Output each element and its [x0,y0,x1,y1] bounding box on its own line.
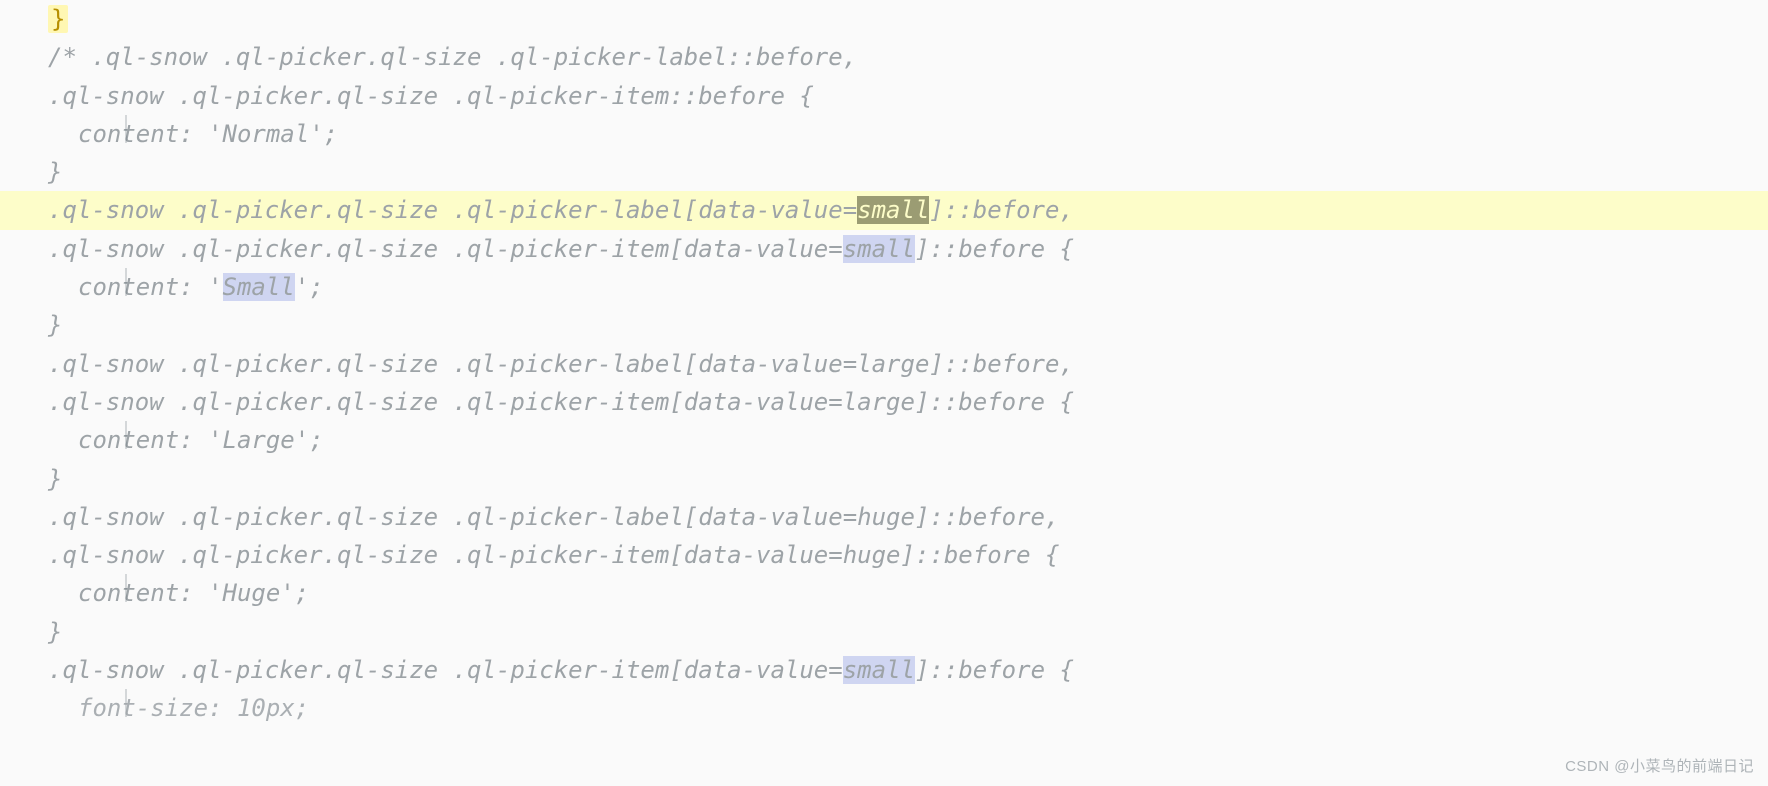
watermark-text: CSDN @小菜鸟的前端日记 [1565,755,1754,776]
search-match-current: small [857,196,929,224]
code-line-highlighted: .ql-snow .ql-picker.ql-size .ql-picker-l… [0,191,1768,229]
code-line: .ql-snow .ql-picker.ql-size .ql-picker-l… [48,503,1059,531]
search-match: small [843,656,915,684]
code-line: content: 'Huge'; [48,574,309,612]
code-line: content: 'Large'; [48,421,324,459]
code-line: } [48,465,62,493]
code-line: content: 'Normal'; [48,115,338,153]
code-line: content: 'Small'; [48,268,324,306]
code-line: .ql-snow .ql-picker.ql-size .ql-picker-i… [48,656,1074,684]
code-line: /* .ql-snow .ql-picker.ql-size .ql-picke… [48,43,857,71]
code-line: } [48,618,62,646]
code-line: .ql-snow .ql-picker.ql-size .ql-picker-i… [48,388,1074,416]
code-line: .ql-snow .ql-picker.ql-size .ql-picker-i… [48,541,1059,569]
code-line: } [48,158,62,186]
code-line: } [48,311,62,339]
code-line: .ql-snow .ql-picker.ql-size .ql-picker-l… [48,350,1074,378]
search-match: small [843,235,915,263]
code-line: .ql-snow .ql-picker.ql-size .ql-picker-i… [48,82,814,110]
code-line: .ql-snow .ql-picker.ql-size .ql-picker-i… [48,235,1074,263]
search-match: Small [223,273,295,301]
code-line: font-size: 10px; [48,689,309,727]
code-block[interactable]: } /* .ql-snow .ql-picker.ql-size .ql-pic… [0,0,1768,728]
closing-brace: } [48,5,68,33]
